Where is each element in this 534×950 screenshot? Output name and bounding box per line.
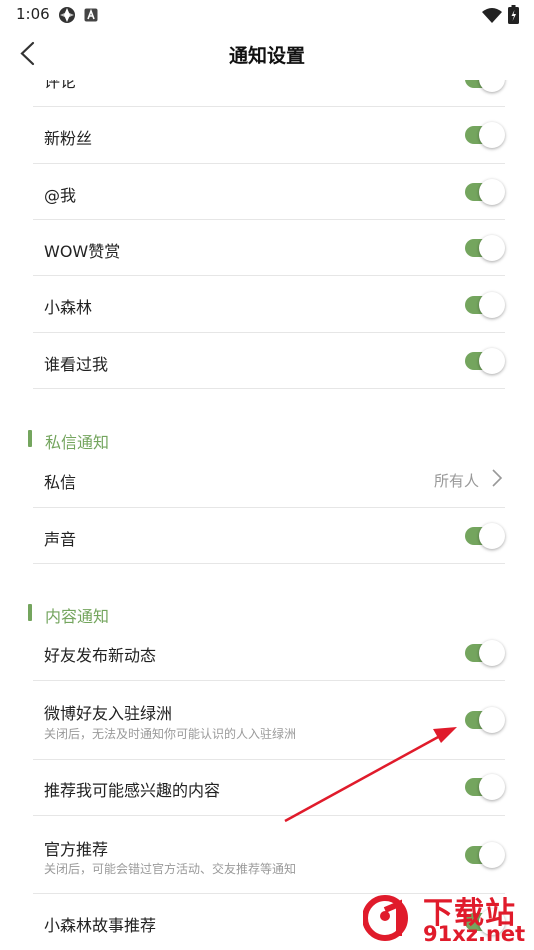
status-time: 1:06: [16, 5, 50, 23]
setting-row-new-fans[interactable]: 新粉丝: [33, 107, 505, 164]
toggle-switch[interactable]: [465, 348, 505, 374]
setting-label: 好友发布新动态: [44, 646, 157, 665]
setting-label: 推荐我可能感兴趣的内容: [44, 781, 221, 800]
setting-row-wow-reward[interactable]: WOW赞赏: [33, 220, 505, 276]
toggle-knob: [479, 774, 505, 800]
setting-row-small-forest[interactable]: 小森林: [33, 276, 505, 333]
watermark-url: 91xz.net: [423, 922, 526, 946]
toggle-switch[interactable]: [465, 774, 505, 800]
toggle-switch[interactable]: [465, 292, 505, 318]
wifi-icon: [482, 7, 502, 27]
status-bar: 1:06: [0, 0, 534, 28]
setting-row-mentions[interactable]: @我: [33, 164, 505, 220]
setting-row-who-viewed-me[interactable]: 谁看过我: [33, 333, 505, 389]
toggle-switch[interactable]: [465, 122, 505, 148]
toggle-knob: [479, 292, 505, 318]
toggle-knob: [479, 707, 505, 733]
toggle-switch[interactable]: [465, 235, 505, 261]
toggle-knob: [479, 122, 505, 148]
toggle-switch[interactable]: [465, 707, 505, 733]
setting-label: 小森林: [44, 298, 93, 317]
toggle-knob: [479, 348, 505, 374]
setting-label: 声音: [44, 530, 77, 549]
toggle-switch[interactable]: [465, 842, 505, 868]
setting-row-direct-messages[interactable]: 私信 所有人: [33, 451, 505, 508]
battery-icon: [508, 5, 519, 28]
setting-subtitle: 关闭后，可能会错过官方活动、交友推荐等通知: [44, 862, 297, 876]
setting-value: 所有人: [433, 472, 479, 490]
toggle-knob: [479, 523, 505, 549]
setting-label: 新粉丝: [44, 129, 93, 148]
setting-row-official-recommendations[interactable]: 官方推荐 关闭后，可能会错过官方活动、交友推荐等通知: [33, 816, 505, 894]
chevron-right-icon: [491, 469, 503, 487]
toggle-knob: [479, 179, 505, 205]
setting-subtitle: 关闭后，无法及时通知你可能认识的人入驻绿洲: [44, 727, 297, 741]
setting-label: 私信: [44, 473, 77, 492]
toggle-switch[interactable]: [465, 523, 505, 549]
toggle-switch[interactable]: [465, 179, 505, 205]
setting-label: @我: [44, 186, 77, 205]
setting-label: 官方推荐: [44, 840, 109, 859]
section-accent-bar: [28, 604, 32, 621]
toggle-knob: [479, 640, 505, 666]
setting-row-sound[interactable]: 声音: [33, 508, 505, 564]
page-title: 通知设置: [228, 45, 305, 67]
app-logo-icon: [58, 6, 76, 28]
a-badge-icon: [84, 7, 98, 26]
setting-label: 小森林故事推荐: [44, 916, 157, 935]
setting-label: 谁看过我: [44, 355, 109, 374]
setting-row-recommended-content[interactable]: 推荐我可能感兴趣的内容: [33, 760, 505, 816]
toggle-switch[interactable]: [465, 640, 505, 666]
setting-row-friend-new-posts[interactable]: 好友发布新动态: [33, 624, 505, 681]
section-title: 私信通知: [45, 433, 110, 452]
app-header: 通知设置: [0, 28, 534, 80]
section-accent-bar: [28, 430, 32, 447]
setting-label: 微博好友入驻绿洲: [44, 704, 173, 723]
watermark-logo-icon: [363, 895, 408, 941]
toggle-knob: [479, 842, 505, 868]
watermark: 下载站 91xz.net: [363, 888, 528, 948]
toggle-knob: [479, 235, 505, 261]
setting-row-weibo-friends-join[interactable]: 微博好友入驻绿洲 关闭后，无法及时通知你可能认识的人入驻绿洲: [33, 681, 505, 760]
setting-label: WOW赞赏: [44, 242, 121, 261]
